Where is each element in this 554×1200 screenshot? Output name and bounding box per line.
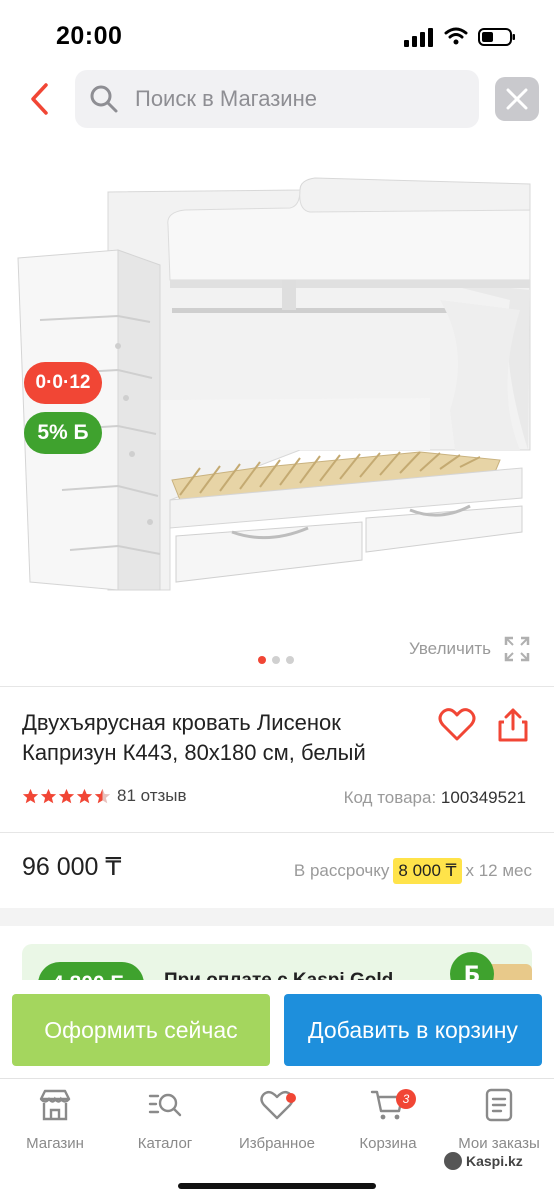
reviews-count[interactable]: 81 отзыв bbox=[117, 786, 187, 806]
add-to-cart-button[interactable]: Добавить в корзину bbox=[284, 994, 542, 1066]
section-divider bbox=[0, 908, 554, 926]
star-icon bbox=[40, 788, 57, 803]
divider bbox=[0, 686, 554, 687]
product-code-label: Код товара: bbox=[343, 788, 437, 807]
expand-icon bbox=[504, 636, 530, 662]
watermark-text: Kaspi.kz bbox=[466, 1153, 523, 1169]
star-icon bbox=[22, 788, 39, 803]
installment-suffix: x 12 мес bbox=[465, 861, 533, 880]
share-icon[interactable] bbox=[496, 707, 530, 743]
search-bar[interactable] bbox=[75, 70, 479, 128]
pagination-dot[interactable] bbox=[286, 656, 294, 664]
status-time: 20:00 bbox=[56, 22, 123, 50]
close-icon[interactable] bbox=[495, 77, 539, 121]
status-bar: 20:00 bbox=[0, 0, 554, 70]
action-bar: Оформить сейчас Добавить в корзину bbox=[0, 980, 554, 1076]
search-icon bbox=[90, 85, 118, 113]
product-title: Двухъярусная кровать Лисенок Капризун К4… bbox=[22, 710, 366, 765]
product-gallery[interactable]: 0·0·12 5% Б bbox=[0, 150, 554, 680]
zoom-label: Увеличить bbox=[409, 639, 491, 658]
cart-count-badge: 3 bbox=[396, 1089, 416, 1109]
installment-prefix: В рассрочку bbox=[293, 861, 390, 880]
product-code-value: 100349521 bbox=[440, 788, 526, 807]
credit-badge: 0·0·12 bbox=[24, 362, 102, 404]
rating[interactable]: 81 отзыв bbox=[22, 786, 187, 806]
tab-shop[interactable]: Магазин bbox=[0, 1087, 110, 1152]
favorites-dot bbox=[286, 1093, 296, 1103]
favorite-heart-icon[interactable] bbox=[438, 707, 476, 743]
zoom-button[interactable]: Увеличить bbox=[409, 636, 531, 662]
home-indicator[interactable] bbox=[178, 1183, 376, 1189]
tab-orders[interactable]: Мои заказы bbox=[444, 1087, 554, 1152]
orders-icon bbox=[485, 1088, 513, 1122]
product-code: Код товара: 100349521 bbox=[344, 788, 526, 808]
buy-now-button[interactable]: Оформить сейчас bbox=[12, 994, 270, 1066]
installment-info: В рассрочку 8 000 ₸ x 12 мес bbox=[294, 858, 532, 884]
tab-label: Мои заказы bbox=[458, 1135, 540, 1152]
catalog-search-icon bbox=[148, 1093, 182, 1117]
shop-icon bbox=[39, 1089, 71, 1121]
tab-label: Каталог bbox=[137, 1135, 193, 1152]
tab-bar: Магазин Каталог Избранное 3 Корзина Мои … bbox=[0, 1078, 554, 1200]
tab-label: Избранное bbox=[238, 1135, 316, 1152]
installment-amount: 8 000 ₸ bbox=[393, 858, 462, 884]
star-icon bbox=[58, 788, 75, 803]
back-arrow-icon[interactable] bbox=[26, 82, 56, 116]
kaspi-logo-icon bbox=[444, 1152, 462, 1170]
divider bbox=[0, 832, 554, 833]
tab-label: Корзина bbox=[359, 1135, 417, 1152]
search-input[interactable] bbox=[135, 80, 465, 118]
tab-catalog[interactable]: Каталог bbox=[110, 1087, 220, 1152]
rating-stars bbox=[22, 788, 111, 805]
gallery-pagination[interactable] bbox=[258, 656, 294, 664]
battery-icon bbox=[478, 28, 515, 46]
tab-cart[interactable]: 3 Корзина bbox=[333, 1087, 443, 1152]
watermark: Kaspi.kz bbox=[444, 1152, 523, 1170]
half-star-icon bbox=[94, 788, 111, 803]
wifi-icon bbox=[444, 27, 468, 45]
star-icon bbox=[76, 788, 93, 803]
signal-icon bbox=[404, 28, 433, 47]
pagination-dot[interactable] bbox=[272, 656, 280, 664]
product-price: 96 000 ₸ bbox=[22, 853, 122, 881]
bonus-badge: 5% Б bbox=[24, 412, 102, 454]
tab-favorites[interactable]: Избранное bbox=[222, 1087, 332, 1152]
tab-label: Магазин bbox=[26, 1135, 84, 1152]
pagination-dot[interactable] bbox=[258, 656, 266, 664]
